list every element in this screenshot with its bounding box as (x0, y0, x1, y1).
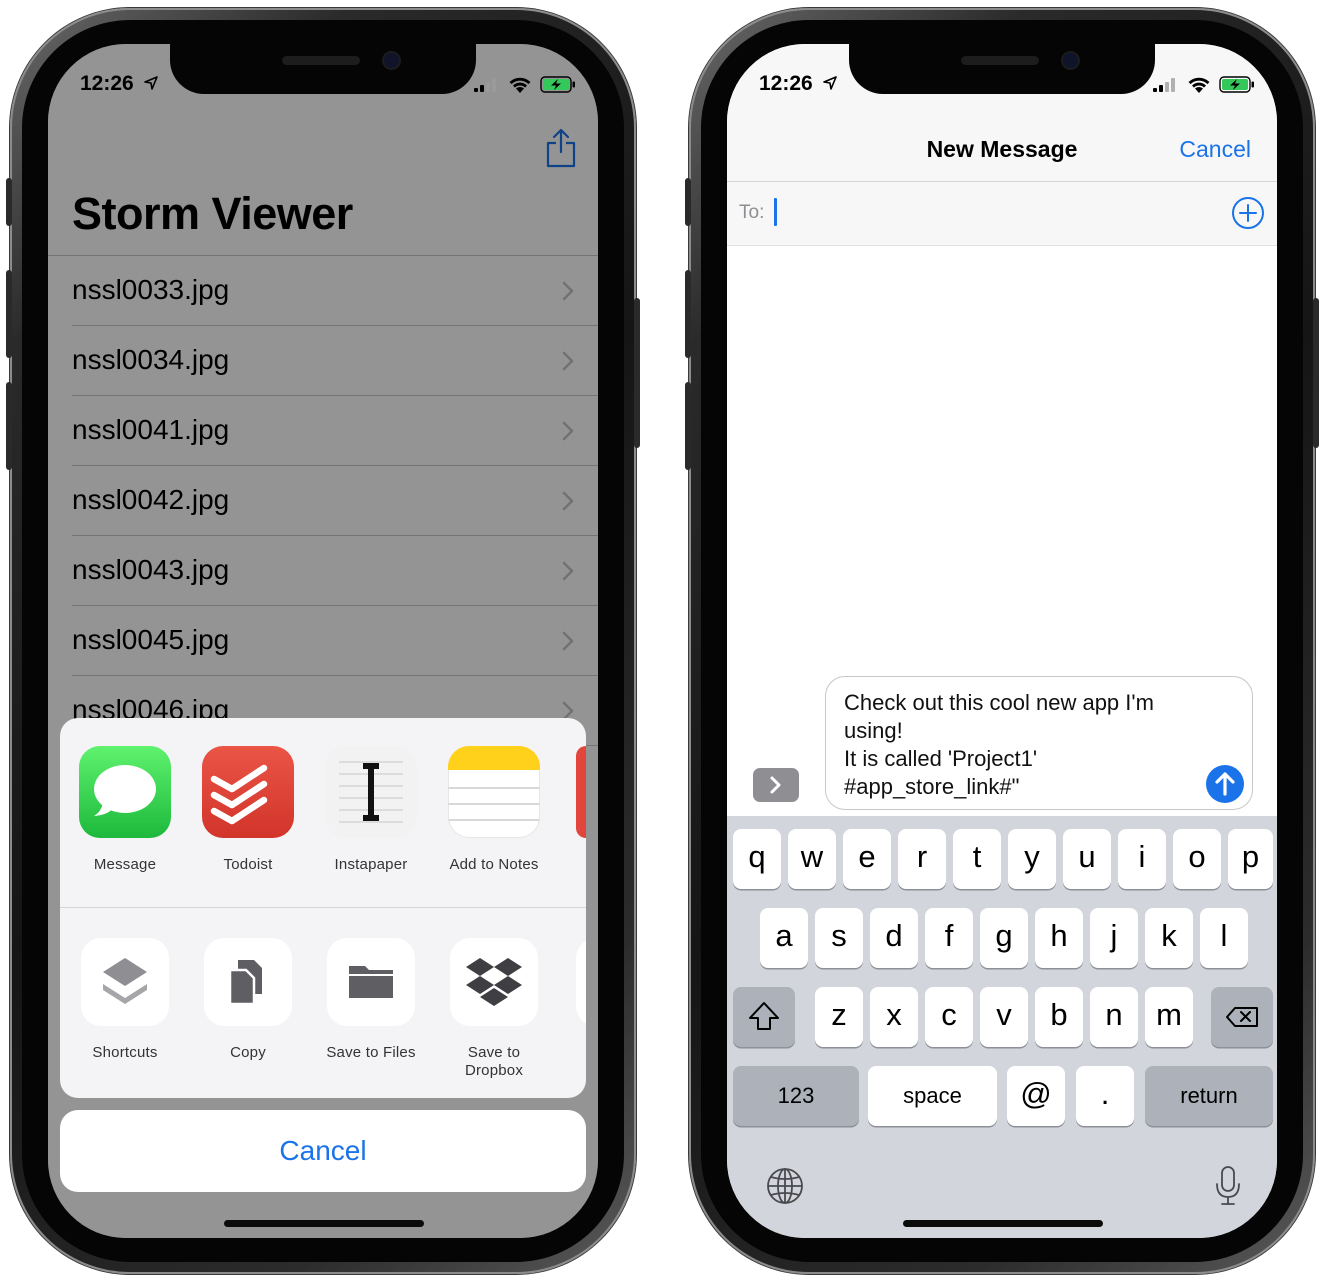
share-app-label: Message (93, 856, 157, 873)
share-app-message[interactable]: Message (65, 746, 185, 874)
key-n[interactable]: n (1090, 987, 1138, 1047)
location-arrow-icon (144, 76, 158, 90)
share-action-partial (576, 938, 586, 1026)
shift-icon (749, 1002, 779, 1030)
numbers-key[interactable]: 123 (733, 1066, 859, 1126)
delete-key[interactable] (1211, 987, 1273, 1047)
status-time: 12:26 (80, 72, 134, 95)
wifi-icon (1188, 77, 1210, 93)
return-key[interactable]: return (1145, 1066, 1273, 1126)
notch (170, 44, 476, 94)
battery-charging-icon (540, 76, 575, 93)
app-drawer-button[interactable] (753, 768, 799, 802)
key-c[interactable]: c (925, 987, 973, 1047)
key-e[interactable]: e (843, 829, 891, 889)
key-a[interactable]: a (760, 908, 808, 968)
share-app-partial (576, 746, 586, 838)
instapaper-icon (325, 746, 417, 838)
shortcuts-icon (81, 938, 169, 1026)
keyboard: q w e r t y u i o p a s d f g h j k l z … (727, 816, 1277, 1238)
right-phone: New Message Cancel 12:26 To: Check out t… (685, 8, 1319, 1274)
to-label: To: (739, 202, 765, 223)
folder-icon (327, 938, 415, 1026)
at-key[interactable]: @ (1007, 1066, 1065, 1126)
share-app-notes[interactable]: Add to Notes (434, 746, 554, 874)
globe-icon[interactable] (765, 1166, 805, 1206)
notes-icon (448, 746, 540, 838)
location-arrow-icon (823, 76, 837, 90)
add-contact-icon[interactable] (1231, 196, 1265, 230)
key-v[interactable]: v (980, 987, 1028, 1047)
cancel-button[interactable]: Cancel (60, 1110, 586, 1192)
key-x[interactable]: x (870, 987, 918, 1047)
key-q[interactable]: q (733, 829, 781, 889)
chevron-right-icon (770, 776, 781, 794)
period-key[interactable]: . (1076, 1066, 1134, 1126)
key-b[interactable]: b (1035, 987, 1083, 1047)
key-m[interactable]: m (1145, 987, 1193, 1047)
send-button[interactable] (1206, 765, 1244, 803)
share-action-label: Save to Dropbox (464, 1044, 524, 1079)
key-j[interactable]: j (1090, 908, 1138, 968)
dropbox-icon (450, 938, 538, 1026)
microphone-icon[interactable] (1213, 1164, 1243, 1208)
share-action-copy[interactable]: Copy (188, 938, 308, 1062)
copy-icon (204, 938, 292, 1026)
share-action-shortcuts[interactable]: Shortcuts (65, 938, 185, 1062)
cellular-signal-icon (474, 78, 496, 92)
key-l[interactable]: l (1200, 908, 1248, 968)
key-f[interactable]: f (925, 908, 973, 968)
share-app-label: Add to Notes (449, 856, 539, 873)
left-phone: 12:26 Storm Viewer nssl0033.jpg nssl0034… (6, 8, 640, 1274)
key-r[interactable]: r (898, 829, 946, 889)
key-u[interactable]: u (1063, 829, 1111, 889)
key-i[interactable]: i (1118, 829, 1166, 889)
share-action-label: Shortcuts (92, 1044, 158, 1061)
messages-icon (79, 746, 171, 838)
message-text: Check out this cool new app I'm using! I… (844, 690, 1154, 799)
todoist-icon (202, 746, 294, 838)
share-app-label: Instapaper (334, 856, 408, 873)
key-w[interactable]: w (788, 829, 836, 889)
share-action-label: Copy (230, 1044, 266, 1061)
key-k[interactable]: k (1145, 908, 1193, 968)
key-p[interactable]: p (1228, 829, 1273, 889)
share-actions-row: Shortcuts Copy Save to Files Save to Dro… (60, 908, 586, 1098)
cellular-signal-icon (1153, 78, 1175, 92)
share-action-dropbox[interactable]: Save to Dropbox (434, 938, 554, 1080)
arrow-up-icon (1215, 772, 1235, 796)
key-y[interactable]: y (1008, 829, 1056, 889)
key-h[interactable]: h (1035, 908, 1083, 968)
text-caret (774, 198, 777, 226)
home-indicator (903, 1220, 1103, 1227)
share-app-instapaper[interactable]: Instapaper (311, 746, 431, 874)
notch (849, 44, 1155, 94)
share-app-label: Todoist (223, 856, 273, 873)
to-field[interactable]: To: (727, 182, 1277, 246)
key-s[interactable]: s (815, 908, 863, 968)
space-key[interactable]: space (868, 1066, 997, 1126)
share-action-files[interactable]: Save to Files (311, 938, 431, 1062)
message-input[interactable]: Check out this cool new app I'm using! I… (825, 676, 1253, 810)
backspace-icon (1226, 1007, 1258, 1027)
key-z[interactable]: z (815, 987, 863, 1047)
share-app-todoist[interactable]: Todoist (188, 746, 308, 874)
status-time: 12:26 (759, 72, 813, 95)
key-g[interactable]: g (980, 908, 1028, 968)
share-action-label: Save to Files (326, 1044, 416, 1061)
cancel-button[interactable]: Cancel (1179, 136, 1251, 163)
key-t[interactable]: t (953, 829, 1001, 889)
battery-charging-icon (1219, 76, 1254, 93)
key-o[interactable]: o (1173, 829, 1221, 889)
home-indicator (224, 1220, 424, 1227)
share-apps-row: Message Todoist Instapaper Add to Notes (60, 718, 586, 908)
share-sheet: Message Todoist Instapaper Add to Notes … (60, 718, 586, 1098)
left-screen: 12:26 Storm Viewer nssl0033.jpg nssl0034… (48, 44, 598, 1238)
shift-key[interactable] (733, 987, 795, 1047)
right-screen: New Message Cancel 12:26 To: Check out t… (727, 44, 1277, 1238)
key-d[interactable]: d (870, 908, 918, 968)
wifi-icon (509, 77, 531, 93)
